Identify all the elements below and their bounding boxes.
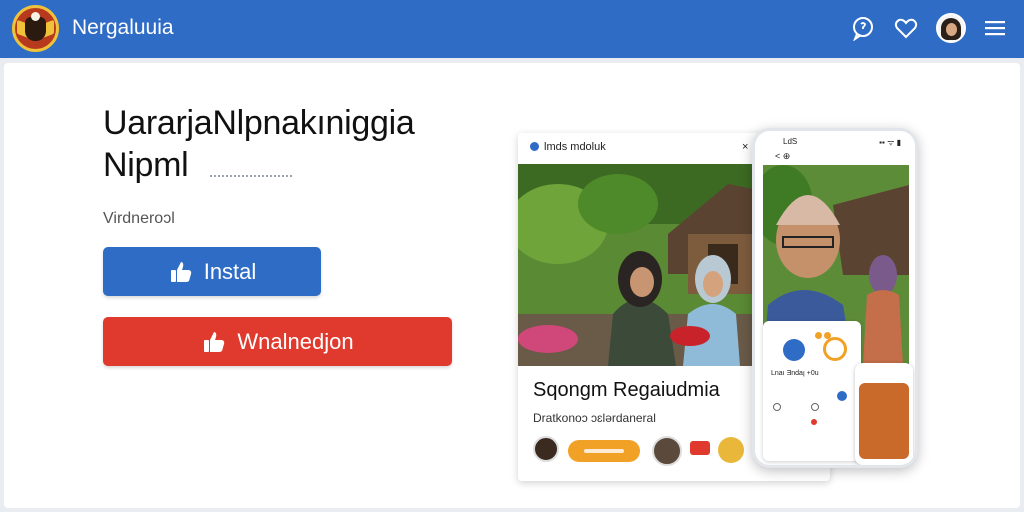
location-icon[interactable] (837, 391, 847, 401)
phone-mockup: LdS ▪▪ ᯤ ▮ < ⊕ Lnaı Ǝndaꞁ +0u (752, 128, 918, 468)
chat-icon[interactable] (850, 15, 876, 41)
install-button[interactable]: Instal (103, 247, 321, 296)
emblem-head (31, 12, 40, 21)
preview-card-label: lmds mdoluk (544, 141, 606, 153)
video-badge-icon[interactable] (690, 441, 710, 455)
app-title: Nergaluuia (72, 16, 174, 39)
logo-emblem-icon[interactable] (12, 5, 59, 52)
download-button[interactable]: Wnalnedjon (103, 317, 452, 366)
hero-headline: UararjaNlpnakıniggia Nipml (103, 102, 473, 186)
close-icon[interactable]: × (742, 141, 748, 153)
food-thumbnail[interactable] (718, 437, 744, 463)
preview-card-title: Sqongm Regaiudmia (533, 379, 720, 401)
phone-nav[interactable]: < ⊕ (775, 151, 790, 162)
timer-icon[interactable] (811, 403, 819, 411)
headline-divider (210, 175, 292, 177)
avatar-face (946, 23, 957, 36)
hero-subtitle: Virdneroɔl (103, 210, 175, 227)
install-button-label: Instal (203, 258, 257, 284)
hero-headline-line1: UararjaNlpnakıniggia (103, 104, 415, 142)
clock-icon[interactable] (823, 337, 847, 361)
record-icon[interactable] (811, 419, 817, 425)
action-pill-button[interactable] (568, 440, 640, 462)
phone-info-text: Lnaı Ǝndaꞁ +0u (771, 370, 819, 377)
food-image (859, 383, 909, 459)
preview-card-subtitle: Dratkonoɔ ɔɛlǝrdaneral (533, 411, 656, 425)
phone-status-signal: ▪▪ ᯤ ▮ (879, 138, 901, 147)
rating-dots (815, 326, 839, 339)
info-dot-icon (530, 142, 539, 151)
thumbs-up-icon (170, 261, 191, 282)
avatar[interactable] (533, 436, 559, 462)
phone-status-time: LdS (783, 137, 798, 146)
download-button-label: Wnalnedjon (237, 328, 354, 354)
phone-info-panel: Lnaı Ǝndaꞁ +0u (763, 321, 861, 461)
menu-icon[interactable] (982, 15, 1008, 41)
top-app-bar: Nergaluuia (0, 0, 1024, 58)
thumbs-up-icon (204, 331, 225, 352)
pill-label-placeholder (584, 449, 624, 453)
avatar[interactable] (652, 436, 682, 466)
hero-headline-line2: Nipml (103, 146, 189, 184)
food-thumbnail[interactable] (855, 363, 913, 465)
pin-icon[interactable] (773, 403, 781, 411)
heart-icon[interactable] (893, 15, 919, 41)
phone-status-bar: LdS ▪▪ ᯤ ▮ (755, 135, 915, 149)
navigate-icon[interactable] (783, 339, 805, 361)
avatar[interactable] (936, 13, 966, 43)
